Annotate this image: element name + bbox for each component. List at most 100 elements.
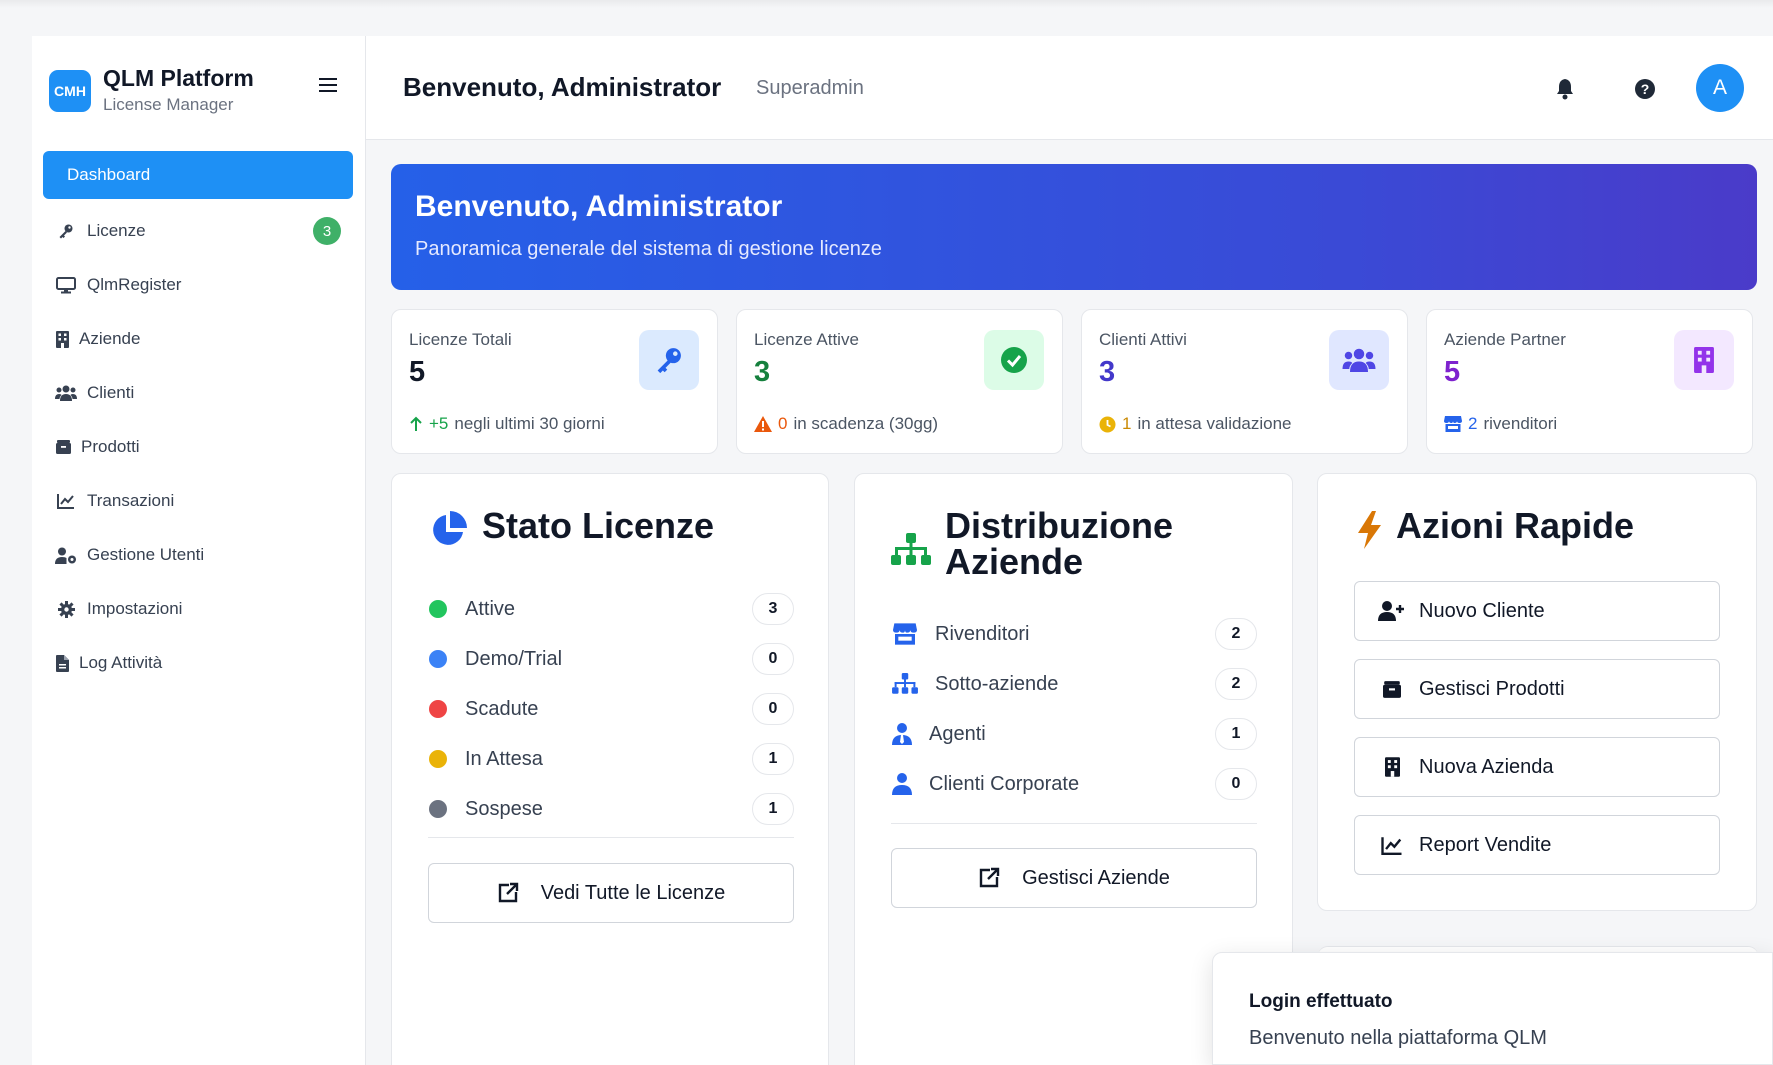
- count-badge: 1: [752, 793, 794, 825]
- sidebar-item-label: Clienti: [87, 383, 135, 402]
- list-item: Sospese 1: [428, 784, 794, 834]
- sidebar-item-impostazioni[interactable]: Impostazioni: [43, 585, 353, 633]
- sidebar-item-licenze[interactable]: Licenze 3: [43, 207, 353, 255]
- sidebar: CMH QLM Platform License Manager Dashboa…: [32, 36, 366, 1065]
- external-link-icon: [497, 882, 519, 904]
- stat-card-licenze-totali: Licenze Totali 5 +5 negli ultimi 30 gior…: [391, 309, 718, 454]
- sidebar-item-label: Prodotti: [81, 437, 140, 456]
- sidebar-item-label: Log Attività: [79, 653, 163, 672]
- stat-card-clienti-attivi: Clienti Attivi 3 1 in attesa validazione: [1081, 309, 1408, 454]
- top-shadow: [0, 0, 1773, 8]
- count-badge: 3: [752, 593, 794, 625]
- status-dot: [429, 700, 447, 718]
- stato-list: Attive 3 Demo/Trial 0 Scadute 0 In Attes…: [428, 584, 794, 834]
- stat-footer: 2 rivenditori: [1444, 414, 1557, 434]
- nuova-azienda-button[interactable]: Nuova Azienda: [1354, 737, 1720, 797]
- panel-title: Distribuzione Aziende: [891, 508, 1173, 580]
- sidebar-item-transazioni[interactable]: Transazioni: [43, 477, 353, 525]
- stat-label: Licenze Attive: [754, 330, 859, 349]
- sidebar-item-label: Gestione Utenti: [87, 545, 205, 564]
- list-item: Sotto-aziende 2: [891, 659, 1257, 709]
- brand[interactable]: CMH QLM Platform License Manager: [49, 63, 254, 115]
- sidebar-nav: Dashboard Licenze 3 QlmRegister Aziende: [43, 151, 353, 693]
- bell-icon[interactable]: [1552, 76, 1578, 102]
- vedi-tutte-licenze-button[interactable]: Vedi Tutte le Licenze: [428, 863, 794, 923]
- stat-label: Clienti Attivi: [1099, 330, 1187, 349]
- file-icon: [55, 654, 69, 672]
- distribuzione-list: Rivenditori 2 Sotto-aziende 2 Agenti 1 C…: [891, 609, 1257, 809]
- list-item: Agenti 1: [891, 709, 1257, 759]
- sidebar-item-label: Aziende: [79, 329, 141, 348]
- count-badge: 0: [1215, 768, 1257, 800]
- stat-label: Aziende Partner: [1444, 330, 1566, 349]
- divider: [428, 837, 794, 838]
- stat-footer-number: 1: [1122, 414, 1132, 433]
- panel-stato-licenze: Stato Licenze Attive 3 Demo/Trial 0 Scad…: [391, 473, 829, 1065]
- stat-footer: 1 in attesa validazione: [1099, 414, 1292, 434]
- toast-message: Benvenuto nella piattaforma QLM: [1249, 1027, 1547, 1049]
- key-icon: [639, 330, 699, 390]
- sidebar-item-gestione-utenti[interactable]: Gestione Utenti: [43, 531, 353, 579]
- building-icon: [1377, 757, 1407, 777]
- welcome-banner: Benvenuto, Administrator Panoramica gene…: [391, 164, 1757, 290]
- help-icon[interactable]: ?: [1632, 76, 1658, 102]
- sitemap-icon: [891, 671, 919, 697]
- sidebar-item-qlmregister[interactable]: QlmRegister: [43, 261, 353, 309]
- chart-line-icon: [1377, 836, 1407, 855]
- store-icon: [891, 621, 919, 647]
- hamburger-menu-icon[interactable]: [319, 78, 337, 94]
- toast-notification[interactable]: Login effettuato Benvenuto nella piattaf…: [1212, 952, 1773, 1065]
- stat-value: 3: [754, 356, 771, 388]
- stat-card-licenze-attive: Licenze Attive 3 0 in scadenza (30gg): [736, 309, 1063, 454]
- list-item: Demo/Trial 0: [428, 634, 794, 684]
- stat-label: Licenze Totali: [409, 330, 512, 349]
- sidebar-item-aziende[interactable]: Aziende: [43, 315, 353, 363]
- sidebar-item-clienti[interactable]: Clienti: [43, 369, 353, 417]
- check-circle-icon: [984, 330, 1044, 390]
- key-icon: [55, 222, 77, 240]
- gestisci-prodotti-button[interactable]: Gestisci Prodotti: [1354, 659, 1720, 719]
- count-badge: 2: [1215, 668, 1257, 700]
- brand-subtitle: License Manager: [103, 95, 234, 114]
- building-icon: [1674, 330, 1734, 390]
- user-avatar[interactable]: A: [1696, 64, 1744, 112]
- list-item: Rivenditori 2: [891, 609, 1257, 659]
- sidebar-item-label: Dashboard: [67, 165, 151, 184]
- status-dot: [429, 650, 447, 668]
- sidebar-item-dashboard[interactable]: Dashboard: [43, 151, 353, 199]
- header-role: Superadmin: [756, 77, 864, 99]
- sitemap-icon: [891, 530, 931, 570]
- box-icon: [55, 438, 71, 456]
- stat-footer-text: in attesa validazione: [1137, 414, 1292, 433]
- nuovo-cliente-button[interactable]: Nuovo Cliente: [1354, 581, 1720, 641]
- report-vendite-button[interactable]: Report Vendite: [1354, 815, 1720, 875]
- brand-title: QLM Platform: [103, 65, 254, 91]
- users-icon: [1329, 330, 1389, 390]
- stat-footer-number: 0: [778, 414, 788, 433]
- panel-azioni-rapide: Azioni Rapide Nuovo Cliente Gestisci Pro…: [1317, 473, 1757, 911]
- sidebar-item-prodotti[interactable]: Prodotti: [43, 423, 353, 471]
- warning-icon: [754, 416, 772, 432]
- panel-title: Stato Licenze: [428, 508, 714, 550]
- user-icon: [891, 771, 913, 797]
- stat-footer: 0 in scadenza (30gg): [754, 414, 938, 434]
- count-badge: 1: [1215, 718, 1257, 750]
- stat-footer-number: +5: [429, 414, 449, 433]
- stat-footer: +5 negli ultimi 30 giorni: [409, 414, 605, 434]
- sidebar-item-label: Transazioni: [87, 491, 175, 510]
- box-icon: [1377, 680, 1407, 698]
- stat-footer-text: negli ultimi 30 giorni: [454, 414, 605, 433]
- arrow-up-icon: [409, 416, 423, 432]
- stat-card-aziende-partner: Aziende Partner 5 2 rivenditori: [1426, 309, 1753, 454]
- gestisci-aziende-button[interactable]: Gestisci Aziende: [891, 848, 1257, 908]
- status-dot: [429, 750, 447, 768]
- stat-value: 5: [409, 356, 426, 388]
- sidebar-item-label: Licenze: [87, 221, 146, 240]
- bolt-icon: [1354, 510, 1384, 550]
- panel-title-line1: Distribuzione: [945, 505, 1174, 546]
- divider: [891, 823, 1257, 824]
- header-title: Benvenuto, Administrator: [403, 72, 722, 102]
- user-plus-icon: [1377, 601, 1407, 621]
- sidebar-item-log-attivita[interactable]: Log Attività: [43, 639, 353, 687]
- user-cog-icon: [55, 546, 77, 564]
